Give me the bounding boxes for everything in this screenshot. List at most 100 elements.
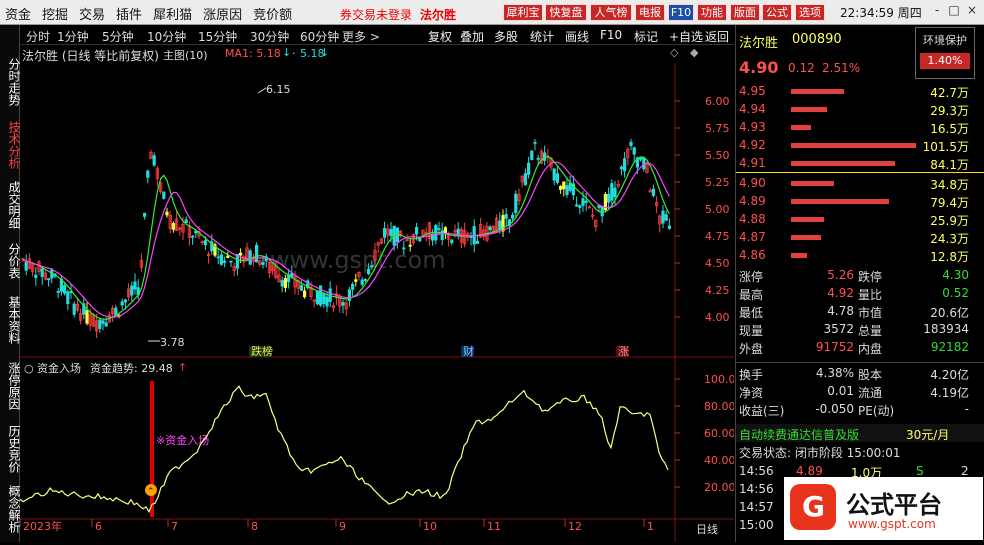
indicator-expand-icon[interactable]: ○ [24, 362, 34, 375]
login-status[interactable]: 券交易未登录 [340, 6, 412, 23]
menu-item-limit-reason[interactable]: 涨原因 [198, 0, 248, 23]
indicator-title[interactable]: 资金入场 [37, 361, 81, 375]
candle-body [661, 210, 665, 224]
sidebar-tab-concept[interactable]: 概念解析 [0, 479, 21, 539]
telegram-button[interactable]: 电报 [635, 4, 665, 21]
close-icon[interactable]: × [965, 3, 979, 19]
ask-row[interactable]: 4.94 29.3万 [736, 100, 984, 118]
menu-item-trade[interactable]: 交易 [74, 0, 111, 23]
volume-bar [791, 181, 834, 186]
f10-top-button[interactable]: F10 [668, 4, 694, 21]
kline-chart-area[interactable]: www.gspt.com 6.00 5.75 5.50 5.25 5.00 4.75 4.5… [19, 63, 743, 542]
period-5min[interactable]: 5分钟 [102, 28, 134, 45]
sector-tag-box[interactable]: 环境保护 1.40% [915, 27, 975, 79]
time-tick-label: 9 [339, 520, 346, 533]
candle-body [552, 168, 556, 181]
logo-glyph: G [802, 490, 825, 523]
diamond-icon[interactable]: ◇ [670, 46, 678, 59]
sector-tag-change: 1.40% [920, 53, 970, 69]
statistics-button[interactable]: 统计 [530, 28, 554, 45]
period-30min[interactable]: 30分钟 [250, 28, 289, 45]
price-tick-label: 4.50 [705, 257, 730, 270]
popularity-button[interactable]: 人气榜 [590, 4, 632, 21]
maximize-icon[interactable]: □ [947, 3, 961, 19]
candle-body [536, 157, 540, 160]
candle-body [581, 198, 585, 206]
stat-label: 量比 [858, 288, 883, 302]
candle-body [559, 186, 563, 190]
menu-item-plugin[interactable]: 插件 [111, 0, 148, 23]
price-axis: 6.00 5.75 5.50 5.25 5.00 4.75 4.50 4.25 4.00 [675, 95, 730, 324]
sidebar-tab-auction[interactable]: 历史竞价 [0, 419, 21, 479]
diamond-icon[interactable]: ◆ [690, 46, 698, 59]
bid-row[interactable]: 4.90 34.8万 [736, 174, 984, 192]
sidebar-tab-limit-reason[interactable]: 涨停原因 [0, 353, 21, 419]
high-price-label: 6.15 [266, 83, 291, 96]
event-tag-2-label: 财 [463, 344, 474, 358]
period-1min[interactable]: 1分钟 [57, 28, 89, 45]
add-watchlist-button[interactable]: +自选 [669, 28, 703, 45]
stat-label: PE(动) [858, 404, 895, 418]
function-button[interactable]: 功能 [697, 4, 727, 21]
overlay-button[interactable]: 叠加 [460, 28, 484, 45]
candle-body [190, 235, 195, 238]
back-button[interactable]: 返回 [705, 28, 729, 45]
bid-row[interactable]: 4.86 12.8万 [736, 246, 984, 264]
period-label[interactable]: 日线 [696, 522, 718, 536]
kline-svg[interactable]: www.gspt.com 6.00 5.75 5.50 5.25 5.00 4.75 4.5… [19, 63, 743, 542]
candle-body [280, 280, 284, 287]
period-15min[interactable]: 15分钟 [198, 28, 237, 45]
menu-item-capital[interactable]: 资金 [0, 0, 37, 23]
candle-body [101, 320, 105, 324]
draw-line-button[interactable]: 画线 [565, 28, 589, 45]
tick-n: 2 [961, 464, 969, 478]
mark-button[interactable]: 标记 [634, 28, 658, 45]
sidebar-tab-timeshare[interactable]: 分时走势 [0, 49, 21, 115]
stats-row: 净资 0.01 流通 4.19亿 [736, 382, 984, 400]
multi-stock-button[interactable]: 多股 [494, 28, 518, 45]
review-button[interactable]: 快复盘 [545, 4, 587, 21]
stat-value: 3572 [823, 322, 854, 336]
candle-body [104, 322, 108, 327]
period-more[interactable]: 更多 > [342, 28, 380, 45]
candle-body [315, 290, 320, 305]
ask-row[interactable]: 4.95 42.7万 [736, 82, 984, 100]
menu-item-mining[interactable]: 挖掘 [37, 0, 74, 23]
ask-row[interactable]: 4.91 84.1万 [736, 154, 984, 172]
capital-trend-line [19, 385, 669, 514]
period-60min[interactable]: 60分钟 [300, 28, 339, 45]
ask-row[interactable]: 4.92 101.5万 [736, 136, 984, 154]
promo-bar[interactable]: 自动续费通达信普及版 30元/月 [736, 424, 984, 442]
bid-row[interactable]: 4.89 79.4万 [736, 192, 984, 210]
stat-value: 5.26 [827, 268, 854, 282]
menu-item-auction[interactable]: 竞价额 [248, 0, 298, 23]
ask-row[interactable]: 4.93 16.5万 [736, 118, 984, 136]
layout-button[interactable]: 版面 [730, 4, 760, 21]
promo-price[interactable]: 30元/月 [906, 426, 949, 443]
sidebar-tab-trade-detail[interactable]: 成交明细 [0, 175, 21, 235]
bid-row[interactable]: 4.87 24.3万 [736, 228, 984, 246]
period-timeshare[interactable]: 分时 [26, 28, 50, 45]
bid-row[interactable]: 4.88 25.9万 [736, 210, 984, 228]
options-button[interactable]: 选项 [795, 4, 825, 21]
candle-body [133, 281, 137, 290]
f10-button[interactable]: F10 [600, 28, 622, 42]
period-10min[interactable]: 10分钟 [147, 28, 186, 45]
promo-text[interactable]: 自动续费通达信普及版 [739, 426, 859, 443]
ask-volume: 16.5万 [930, 122, 969, 136]
time-tick-label: 6 [95, 520, 102, 533]
menu-item-xilimao[interactable]: 犀利猫 [148, 0, 198, 23]
bid-volume: 79.4万 [930, 196, 969, 210]
minimize-icon[interactable]: - [930, 3, 944, 19]
sidebar-tab-technical[interactable]: 技术分析 [0, 115, 21, 175]
sidebar-tab-price-table[interactable]: 分价表 [0, 235, 21, 287]
xilibao-button[interactable]: 犀利宝 [503, 4, 543, 21]
main-chart-label[interactable]: 主图(10) [163, 47, 208, 63]
ask-price: 4.92 [739, 138, 766, 152]
candle-body [222, 260, 227, 263]
stat-value: -0.050 [815, 402, 854, 416]
sidebar-tab-basic-info[interactable]: 基本资料 [0, 287, 21, 353]
stat-value: 20.6亿 [930, 306, 969, 320]
adjust-button[interactable]: 复权 [428, 28, 452, 45]
formula-button[interactable]: 公式 [762, 4, 792, 21]
